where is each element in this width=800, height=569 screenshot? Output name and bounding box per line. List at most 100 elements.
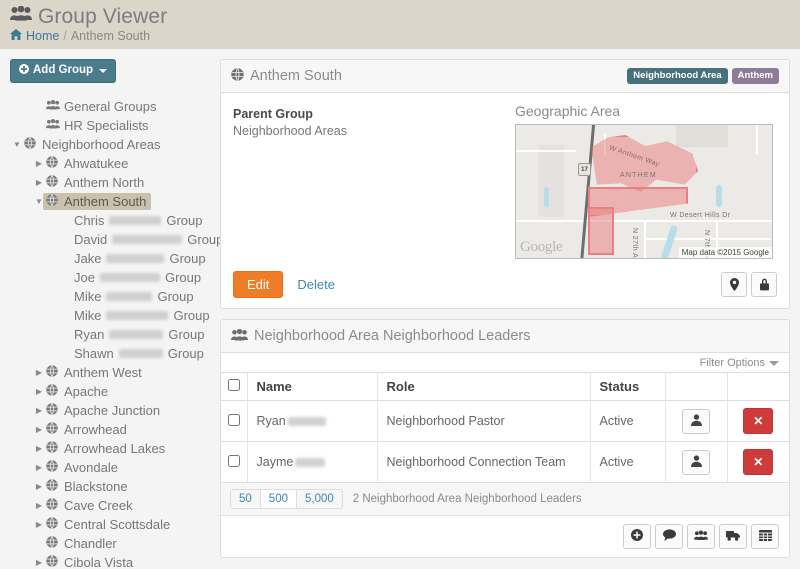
tree-item[interactable]: HR Specialists xyxy=(10,116,210,135)
tree-item[interactable]: JakeGroup xyxy=(10,249,210,268)
edit-button[interactable]: Edit xyxy=(233,271,283,298)
tree-item[interactable]: ▶Cibola Vista xyxy=(10,553,210,569)
breadcrumb-home-link[interactable]: Home xyxy=(26,29,59,43)
manage-group-button[interactable] xyxy=(687,524,715,549)
chevron-right-icon[interactable]: ▶ xyxy=(32,559,46,567)
add-leader-button[interactable] xyxy=(623,524,651,549)
group-tree[interactable]: General Groups HR Specialists▼Neighborhoo… xyxy=(10,97,210,569)
plus-circle-icon xyxy=(19,64,29,78)
page-size-pager[interactable]: 505005,000 xyxy=(230,489,343,509)
globe-icon xyxy=(46,555,61,569)
tree-item-label: Anthem North xyxy=(64,175,144,190)
group-detail-panel: Anthem South Neighborhood AreaAnthem Par… xyxy=(220,59,790,309)
remove-leader-button[interactable]: ✕ xyxy=(743,449,773,475)
chevron-right-icon[interactable]: ▶ xyxy=(32,502,46,510)
column-header-status[interactable]: Status xyxy=(590,373,665,401)
chevron-right-icon[interactable]: ▶ xyxy=(32,388,46,396)
tree-item[interactable]: DavidGroup xyxy=(10,230,210,249)
delete-link[interactable]: Delete xyxy=(297,277,335,292)
map-attribution: Map data ©2015 Google xyxy=(679,247,772,258)
cell-person-action xyxy=(665,401,727,442)
tree-item-label-wrap: Apache Junction xyxy=(46,403,160,418)
tree-item[interactable]: RyanGroup xyxy=(10,325,210,344)
page-size-option[interactable]: 5,000 xyxy=(296,489,343,509)
tree-item[interactable]: MikeGroup xyxy=(10,287,210,306)
cell-name: Ryan xyxy=(247,401,377,442)
tree-item-label: David xyxy=(74,232,107,247)
chevron-right-icon[interactable]: ▶ xyxy=(32,483,46,491)
tree-item-label-wrap: Anthem North xyxy=(46,175,144,190)
row-select-checkbox[interactable] xyxy=(228,414,240,426)
row-select-checkbox[interactable] xyxy=(228,455,240,467)
page-size-option[interactable]: 500 xyxy=(260,489,297,509)
tree-item[interactable]: ▼Anthem South xyxy=(10,192,210,211)
redacted-name xyxy=(112,235,182,244)
truck-button[interactable] xyxy=(719,524,747,549)
tree-item[interactable]: JoeGroup xyxy=(10,268,210,287)
redacted-name xyxy=(106,311,168,320)
tree-item[interactable]: ▶Avondale xyxy=(10,458,210,477)
tree-item[interactable]: ▶Cave Creek xyxy=(10,496,210,515)
globe-icon xyxy=(231,68,244,84)
tree-item-label-wrap: Anthem South xyxy=(43,193,151,210)
tree-item[interactable]: ▶Arrowhead xyxy=(10,420,210,439)
tree-item[interactable]: ▶Blackstone xyxy=(10,477,210,496)
tree-item-label: Mike xyxy=(74,308,101,323)
globe-icon xyxy=(46,384,61,399)
tree-item[interactable]: ▶Arrowhead Lakes xyxy=(10,439,210,458)
chevron-right-icon[interactable]: ▶ xyxy=(32,464,46,472)
select-all-checkbox[interactable] xyxy=(228,379,240,391)
remove-leader-button[interactable]: ✕ xyxy=(743,408,773,434)
tree-item-label-wrap: Cave Creek xyxy=(46,498,133,513)
tree-item[interactable]: ▶Ahwatukee xyxy=(10,154,210,173)
tree-item-suffix: Group xyxy=(173,308,209,323)
tree-item[interactable]: General Groups xyxy=(10,97,210,116)
chevron-right-icon[interactable]: ▶ xyxy=(32,445,46,453)
chevron-right-icon[interactable]: ▶ xyxy=(32,426,46,434)
group-icon xyxy=(46,119,61,132)
tree-item[interactable]: ▶Apache Junction xyxy=(10,401,210,420)
tree-item-label: Anthem South xyxy=(64,194,146,209)
tree-item-label-wrap: Arrowhead xyxy=(46,422,127,437)
tree-item[interactable]: ▶Apache xyxy=(10,382,210,401)
tree-item[interactable]: ▶Central Scottsdale xyxy=(10,515,210,534)
tree-item-label: General Groups xyxy=(64,99,157,114)
chevron-right-icon[interactable]: ▶ xyxy=(32,407,46,415)
column-header-name[interactable]: Name xyxy=(247,373,377,401)
filter-options-toggle[interactable]: Filter Options xyxy=(700,357,779,369)
filter-options-label: Filter Options xyxy=(700,357,765,369)
row-select-cell xyxy=(221,442,247,483)
view-person-button[interactable] xyxy=(682,450,710,475)
table-row: RyanNeighborhood PastorActive✕ xyxy=(221,401,789,442)
column-header-role[interactable]: Role xyxy=(377,373,590,401)
leaders-table: Name Role Status RyanNeighborhood Pastor… xyxy=(221,372,789,483)
tree-item[interactable]: ChrisGroup xyxy=(10,211,210,230)
tree-item[interactable]: ShawnGroup xyxy=(10,344,210,363)
tree-item[interactable]: ▶Anthem West xyxy=(10,363,210,382)
tree-item[interactable]: Chandler xyxy=(10,534,210,553)
tree-item-suffix: Group xyxy=(169,251,205,266)
map-label-desert-hills: W Desert Hills Dr xyxy=(670,212,730,219)
group-icon xyxy=(231,329,248,344)
tree-item-label-wrap: ChrisGroup xyxy=(74,213,202,228)
comment-button[interactable] xyxy=(655,524,683,549)
chevron-right-icon[interactable]: ▶ xyxy=(32,160,46,168)
globe-icon xyxy=(24,137,39,152)
tree-item[interactable]: ▼Neighborhood Areas xyxy=(10,135,210,154)
view-person-button[interactable] xyxy=(682,409,710,434)
chevron-right-icon[interactable]: ▶ xyxy=(32,179,46,187)
add-group-button[interactable]: Add Group xyxy=(10,59,116,83)
page-size-option[interactable]: 50 xyxy=(230,489,261,509)
map-marker-icon[interactable] xyxy=(721,272,747,297)
geographic-area-map[interactable]: 17 ANTHEM W Anthem Way W Desert Hills Dr… xyxy=(515,124,773,259)
redacted-name xyxy=(106,292,152,301)
tree-item[interactable]: Mike Group xyxy=(10,306,210,325)
chevron-down-icon[interactable]: ▼ xyxy=(10,141,24,149)
parent-group-label: Parent Group xyxy=(233,107,515,121)
chevron-right-icon[interactable]: ▶ xyxy=(32,369,46,377)
tree-item-label-wrap: Mike Group xyxy=(74,308,210,323)
lock-icon[interactable] xyxy=(751,272,777,297)
table-view-button[interactable] xyxy=(751,524,779,549)
tree-item[interactable]: ▶ Anthem North xyxy=(10,173,210,192)
chevron-right-icon[interactable]: ▶ xyxy=(32,521,46,529)
